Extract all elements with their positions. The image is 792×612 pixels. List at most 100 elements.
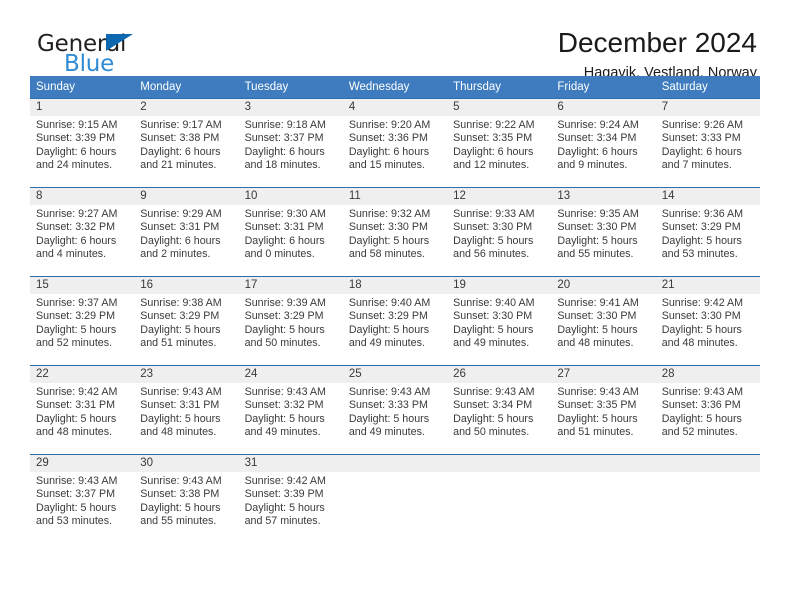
daylight-text-2: and 49 minutes. [244,426,321,439]
day-number-band: 2 [134,99,239,116]
day-cell[interactable]: 21 Sunrise: 9:42 AM Sunset: 3:30 PM Dayl… [655,277,760,365]
day-detail: Sunrise: 9:37 AM Sunset: 3:29 PM Dayligh… [30,294,134,351]
day-cell[interactable]: 18 Sunrise: 9:40 AM Sunset: 3:29 PM Dayl… [342,277,448,365]
day-cell[interactable]: 22 Sunrise: 9:42 AM Sunset: 3:31 PM Dayl… [30,366,135,454]
sunset-text: Sunset: 3:29 PM [140,310,220,323]
day-cell[interactable]: 10 Sunrise: 9:30 AM Sunset: 3:31 PM Dayl… [238,188,343,276]
sunrise-text: Sunrise: 9:20 AM [348,119,431,131]
day-detail: Sunrise: 9:26 AM Sunset: 3:33 PM Dayligh… [656,116,760,173]
week-row: 22 Sunrise: 9:42 AM Sunset: 3:31 PM Dayl… [30,365,760,454]
sunset-text: Sunset: 3:33 PM [661,132,741,145]
day-cell[interactable]: 28 Sunrise: 9:43 AM Sunset: 3:36 PM Dayl… [655,366,760,454]
page-header: General Blue December 2024 Hagavik, Vest… [30,0,762,81]
day-cell[interactable]: 9 Sunrise: 9:29 AM Sunset: 3:31 PM Dayli… [134,188,239,276]
day-cell[interactable]: 19 Sunrise: 9:40 AM Sunset: 3:30 PM Dayl… [447,277,552,365]
day-number-band: 16 [134,277,239,294]
sunset-text: Sunset: 3:39 PM [36,132,116,145]
day-cell[interactable]: 12 Sunrise: 9:33 AM Sunset: 3:30 PM Dayl… [447,188,552,276]
day-number: 13 [557,190,571,202]
weekday-header-friday: Friday [557,81,590,93]
week-row: 29 Sunrise: 9:43 AM Sunset: 3:37 PM Dayl… [30,454,760,543]
day-cell[interactable]: 5 Sunrise: 9:22 AM Sunset: 3:35 PM Dayli… [447,99,552,187]
daylight-text-1: Daylight: 5 hours [140,412,221,425]
day-cell[interactable]: 23 Sunrise: 9:43 AM Sunset: 3:31 PM Dayl… [134,366,239,454]
day-cell[interactable]: 16 Sunrise: 9:38 AM Sunset: 3:29 PM Dayl… [134,277,239,365]
sunset-text: Sunset: 3:33 PM [348,399,428,412]
day-number: 8 [36,190,43,202]
day-number-band: 31 [238,455,343,472]
day-cell[interactable]: 30 Sunrise: 9:43 AM Sunset: 3:38 PM Dayl… [134,455,239,543]
daylight-text-1: Daylight: 5 hours [244,412,325,425]
daylight-text-1: Daylight: 6 hours [661,145,742,158]
day-number-band: 10 [238,188,343,205]
day-detail: Sunrise: 9:18 AM Sunset: 3:37 PM Dayligh… [239,116,343,173]
day-detail: Sunrise: 9:32 AM Sunset: 3:30 PM Dayligh… [343,205,447,262]
day-cell[interactable]: 27 Sunrise: 9:43 AM Sunset: 3:35 PM Dayl… [551,366,656,454]
sunset-text: Sunset: 3:38 PM [140,488,220,501]
daylight-text-2: and 52 minutes. [36,337,113,350]
day-number: 23 [140,368,154,380]
day-cell[interactable]: 14 Sunrise: 9:36 AM Sunset: 3:29 PM Dayl… [655,188,760,276]
day-number: 30 [140,457,154,469]
daylight-text-1: Daylight: 5 hours [244,501,325,514]
day-cell[interactable]: 20 Sunrise: 9:41 AM Sunset: 3:30 PM Dayl… [551,277,656,365]
daylight-text-2: and 49 minutes. [453,337,530,350]
sunrise-text: Sunrise: 9:36 AM [661,208,744,220]
daylight-text-2: and 53 minutes. [661,248,738,261]
day-detail: Sunrise: 9:43 AM Sunset: 3:38 PM Dayligh… [134,472,238,529]
daylight-text-1: Daylight: 5 hours [244,323,325,336]
day-number-band: 21 [655,277,760,294]
day-cell[interactable]: 4 Sunrise: 9:20 AM Sunset: 3:36 PM Dayli… [342,99,448,187]
day-number: 20 [557,279,571,291]
day-cell[interactable]: 6 Sunrise: 9:24 AM Sunset: 3:34 PM Dayli… [551,99,656,187]
sunset-text: Sunset: 3:31 PM [140,399,220,412]
day-detail: Sunrise: 9:27 AM Sunset: 3:32 PM Dayligh… [30,205,134,262]
day-number-band: 15 [30,277,135,294]
day-cell-empty [342,455,448,543]
day-number-band: 30 [134,455,239,472]
sunset-text: Sunset: 3:30 PM [453,221,533,234]
day-cell[interactable]: 11 Sunrise: 9:32 AM Sunset: 3:30 PM Dayl… [342,188,448,276]
generalblue-logo[interactable]: General Blue [37,31,237,79]
day-cell[interactable]: 25 Sunrise: 9:43 AM Sunset: 3:33 PM Dayl… [342,366,448,454]
day-number: 3 [244,101,251,113]
day-detail: Sunrise: 9:29 AM Sunset: 3:31 PM Dayligh… [134,205,238,262]
day-cell[interactable]: 3 Sunrise: 9:18 AM Sunset: 3:37 PM Dayli… [238,99,343,187]
day-detail: Sunrise: 9:40 AM Sunset: 3:30 PM Dayligh… [447,294,551,351]
day-cell[interactable]: 13 Sunrise: 9:35 AM Sunset: 3:30 PM Dayl… [551,188,656,276]
daylight-text-2: and 53 minutes. [36,515,113,528]
daylight-text-2: and 2 minutes. [140,248,211,261]
day-cell[interactable]: 7 Sunrise: 9:26 AM Sunset: 3:33 PM Dayli… [655,99,760,187]
daylight-text-1: Daylight: 6 hours [36,234,117,247]
weekday-header-wednesday: Wednesday [348,81,410,93]
day-detail: Sunrise: 9:30 AM Sunset: 3:31 PM Dayligh… [239,205,343,262]
day-cell[interactable]: 8 Sunrise: 9:27 AM Sunset: 3:32 PM Dayli… [30,188,135,276]
day-cell[interactable]: 1 Sunrise: 9:15 AM Sunset: 3:39 PM Dayli… [30,99,135,187]
day-cell[interactable]: 26 Sunrise: 9:43 AM Sunset: 3:34 PM Dayl… [447,366,552,454]
day-number-band: 4 [342,99,448,116]
weekday-header-saturday: Saturday [661,81,708,93]
title-block: December 2024 Hagavik, Vestland, Norway [558,26,757,83]
day-cell[interactable]: 24 Sunrise: 9:43 AM Sunset: 3:32 PM Dayl… [238,366,343,454]
day-cell[interactable]: 31 Sunrise: 9:42 AM Sunset: 3:39 PM Dayl… [238,455,343,543]
day-cell[interactable]: 29 Sunrise: 9:43 AM Sunset: 3:37 PM Dayl… [30,455,135,543]
day-detail: Sunrise: 9:41 AM Sunset: 3:30 PM Dayligh… [551,294,655,351]
day-cell[interactable]: 2 Sunrise: 9:17 AM Sunset: 3:38 PM Dayli… [134,99,239,187]
sunset-text: Sunset: 3:29 PM [244,310,324,323]
sunrise-text: Sunrise: 9:39 AM [244,297,326,309]
sunrise-text: Sunrise: 9:42 AM [36,386,118,398]
sunrise-text: Sunrise: 9:18 AM [244,119,326,131]
day-number-band: 8 [30,188,135,205]
daylight-text-1: Daylight: 5 hours [36,323,117,336]
day-detail: Sunrise: 9:17 AM Sunset: 3:38 PM Dayligh… [134,116,238,173]
sunrise-text: Sunrise: 9:30 AM [244,208,326,220]
day-cell[interactable]: 15 Sunrise: 9:37 AM Sunset: 3:29 PM Dayl… [30,277,135,365]
day-cell[interactable]: 17 Sunrise: 9:39 AM Sunset: 3:29 PM Dayl… [238,277,343,365]
sunset-text: Sunset: 3:34 PM [453,399,533,412]
day-number: 16 [140,279,154,291]
day-number: 28 [661,368,675,380]
day-number: 9 [140,190,147,202]
day-number-band: 28 [655,366,760,383]
daylight-text-1: Daylight: 5 hours [557,234,638,247]
day-detail: Sunrise: 9:43 AM Sunset: 3:34 PM Dayligh… [447,383,551,440]
